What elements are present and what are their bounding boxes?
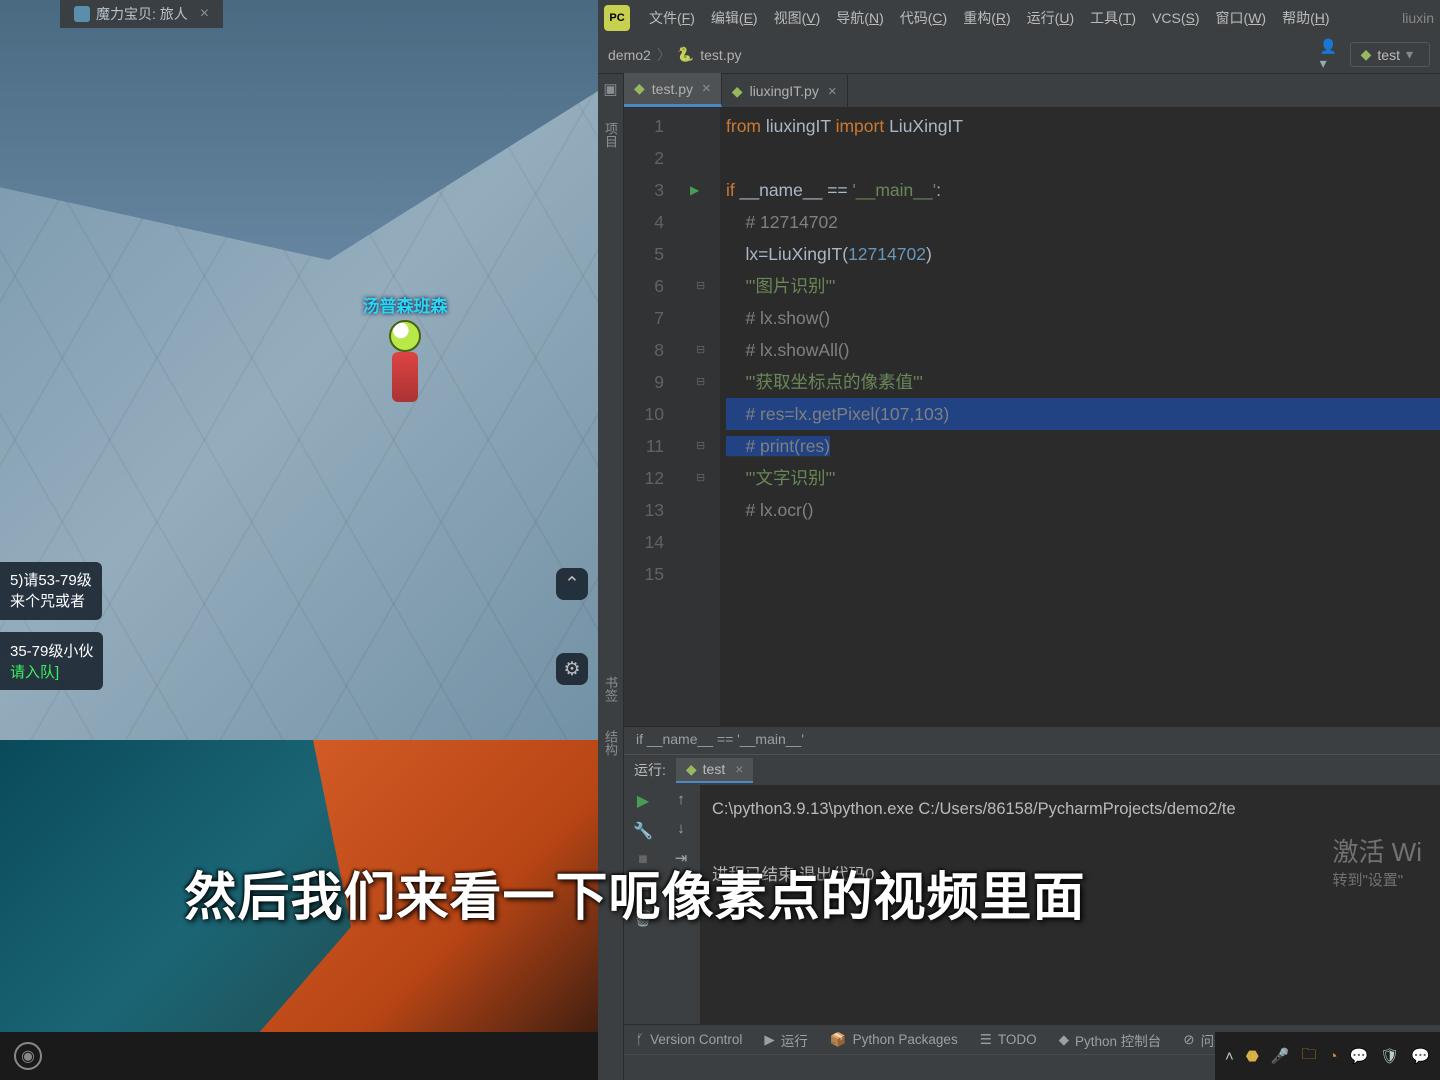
tray-wechat-icon[interactable]: 💬: [1350, 1047, 1369, 1065]
game-character: 汤普森班森: [380, 320, 430, 415]
btm-todo[interactable]: ☰TODO: [980, 1032, 1037, 1048]
tray-shield-icon[interactable]: 🛡: [1380, 1047, 1399, 1065]
close-icon[interactable]: ×: [828, 83, 837, 100]
game-tab[interactable]: 魔力宝贝: 旅人 ×: [60, 0, 223, 28]
package-icon: 📦: [830, 1032, 847, 1048]
run-label: 运行:: [634, 760, 666, 780]
close-icon[interactable]: ×: [200, 5, 209, 23]
wrap-icon[interactable]: ⇥: [675, 849, 688, 867]
game-window: 魔力宝贝: 旅人 × 汤普森班森 5)请53-79级 来个咒或者 35-79级小…: [0, 0, 598, 740]
game-chat-2: 35-79级小伙 请入队]: [0, 632, 103, 690]
tray-folder-icon[interactable]: 🗀: [1302, 1044, 1317, 1069]
pycharm-logo-icon[interactable]: PC: [604, 5, 630, 31]
gear-icon[interactable]: ⚙: [556, 653, 588, 685]
crumb-project[interactable]: demo2: [608, 47, 651, 63]
side-toolwindow: ▣ 项目 书签 结构: [598, 74, 624, 1080]
tray-chevron-icon[interactable]: ˄: [1225, 1048, 1234, 1065]
print-icon[interactable]: 🖶: [674, 879, 688, 904]
python-icon: ◆: [1361, 46, 1372, 63]
menu-nav[interactable]: 导航(N): [829, 4, 890, 32]
editor-tabs: ◆ test.py × ◆ liuxingIT.py ×: [624, 74, 1440, 108]
code-content[interactable]: from liuxingIT import LiuXingIT if __nam…: [720, 108, 1440, 726]
down-icon[interactable]: ↓: [677, 820, 685, 837]
python-icon: ◆: [1059, 1032, 1069, 1048]
menu-help[interactable]: 帮助(H): [1275, 4, 1336, 32]
warning-icon: ⊘: [1183, 1032, 1194, 1048]
run-gutter-icon[interactable]: ▶: [684, 174, 720, 206]
menu-tools[interactable]: 工具(T): [1083, 4, 1143, 32]
run-config-selector[interactable]: ◆ test ▾: [1350, 42, 1430, 67]
sidetab-structure[interactable]: 结构: [599, 726, 622, 760]
close-icon[interactable]: ×: [735, 761, 743, 777]
game-icon: [74, 6, 90, 22]
run-panel: 运行: ◆ test × ▶ 🔧 ■ ⇤ 🗑 ↑ ↓ ⇥: [624, 754, 1440, 1024]
navbar: demo2 〉 🐍 test.py 👤▾ ◆ test ▾: [598, 36, 1440, 74]
python-file-icon: ◆: [732, 83, 743, 100]
tab-liuxing[interactable]: ◆ liuxingIT.py ×: [722, 75, 848, 107]
pycharm-ide: PC 文件(F) 编辑(E) 视图(V) 导航(N) 代码(C) 重构(R) 运…: [598, 0, 1440, 1080]
play-icon[interactable]: ▶: [637, 791, 649, 811]
game-chat-1: 5)请53-79级 来个咒或者: [0, 562, 102, 620]
exit-icon[interactable]: ⇤: [636, 879, 649, 899]
run-toolbar-1: ▶ 🔧 ■ ⇤ 🗑: [624, 785, 662, 1024]
run-toolbar-2: ↑ ↓ ⇥ 🖶: [662, 785, 700, 1024]
up-icon[interactable]: ↑: [677, 791, 685, 808]
python-icon: ◆: [686, 761, 697, 778]
fold-gutter: ▶ ⊟ ⊟ ⊟ ⊟ ⊟: [684, 108, 720, 726]
tab-test[interactable]: ◆ test.py ×: [624, 73, 722, 107]
line-gutter: 123456789101112131415: [624, 108, 684, 726]
game-tab-title: 魔力宝贝: 旅人: [96, 4, 188, 24]
btm-console[interactable]: ◆Python 控制台: [1059, 1030, 1162, 1050]
menubar: PC 文件(F) 编辑(E) 视图(V) 导航(N) 代码(C) 重构(R) 运…: [598, 0, 1440, 36]
tray-dot-icon[interactable]: ◔: [1329, 1048, 1338, 1065]
btm-run[interactable]: ▶运行: [764, 1030, 807, 1050]
chevron-right-icon: 〉: [657, 45, 671, 65]
dropdown-icon: ▾: [1406, 46, 1413, 63]
menu-edit[interactable]: 编辑(E): [704, 4, 765, 32]
stop-icon[interactable]: ■: [638, 851, 648, 869]
user-label: liuxin: [1402, 10, 1434, 26]
tray-app-icon[interactable]: ⬣: [1246, 1047, 1259, 1065]
menu-file[interactable]: 文件(F): [642, 4, 702, 32]
python-file-icon: 🐍: [677, 46, 694, 63]
btm-pkg[interactable]: 📦Python Packages: [830, 1032, 958, 1048]
tray-mic-icon[interactable]: 🎤: [1271, 1047, 1290, 1065]
branch-icon: ᚶ: [636, 1032, 644, 1047]
btm-vc[interactable]: ᚶVersion Control: [636, 1032, 742, 1047]
menu-window[interactable]: 窗口(W): [1209, 4, 1274, 32]
code-editor[interactable]: 123456789101112131415 ▶ ⊟ ⊟ ⊟ ⊟ ⊟ from l…: [624, 108, 1440, 726]
system-tray[interactable]: ˄ ⬣ 🎤 🗀 ◔ 💬 🛡 💬: [1215, 1032, 1440, 1080]
run-output[interactable]: C:\python3.9.13\python.exe C:/Users/8615…: [700, 785, 1440, 1024]
sidetab-project[interactable]: 项目: [599, 118, 622, 152]
folder-icon[interactable]: ▣: [603, 80, 617, 98]
chevron-up-icon[interactable]: ⌃: [556, 568, 588, 600]
crumb-file[interactable]: test.py: [700, 47, 741, 63]
run-tab[interactable]: ◆ test ×: [676, 758, 754, 783]
tray-message-icon[interactable]: 💬: [1411, 1047, 1430, 1065]
video-panel: [0, 740, 598, 1080]
play-icon: ▶: [764, 1032, 774, 1048]
menu-refactor[interactable]: 重构(R): [956, 4, 1017, 32]
taskbar[interactable]: ◉: [0, 1032, 598, 1080]
trash-icon[interactable]: 🗑: [633, 909, 653, 929]
menu-code[interactable]: 代码(C): [893, 4, 954, 32]
char-name: 汤普森班森: [340, 292, 470, 317]
windows-activation-watermark: 激活 Wi 转到"设置": [1332, 832, 1422, 890]
menu-view[interactable]: 视图(V): [767, 4, 828, 32]
menu-run[interactable]: 运行(U): [1020, 4, 1081, 32]
close-icon[interactable]: ×: [702, 80, 711, 97]
wrench-icon[interactable]: 🔧: [633, 821, 653, 841]
add-user-icon[interactable]: 👤▾: [1320, 43, 1344, 67]
todo-icon: ☰: [980, 1032, 992, 1048]
sidetab-bookmark[interactable]: 书签: [599, 672, 622, 706]
menu-vcs[interactable]: VCS(S): [1145, 6, 1206, 30]
code-breadcrumb[interactable]: if __name__ == '__main__': [624, 726, 1440, 754]
python-file-icon: ◆: [634, 80, 645, 97]
obs-icon[interactable]: ◉: [14, 1042, 42, 1070]
